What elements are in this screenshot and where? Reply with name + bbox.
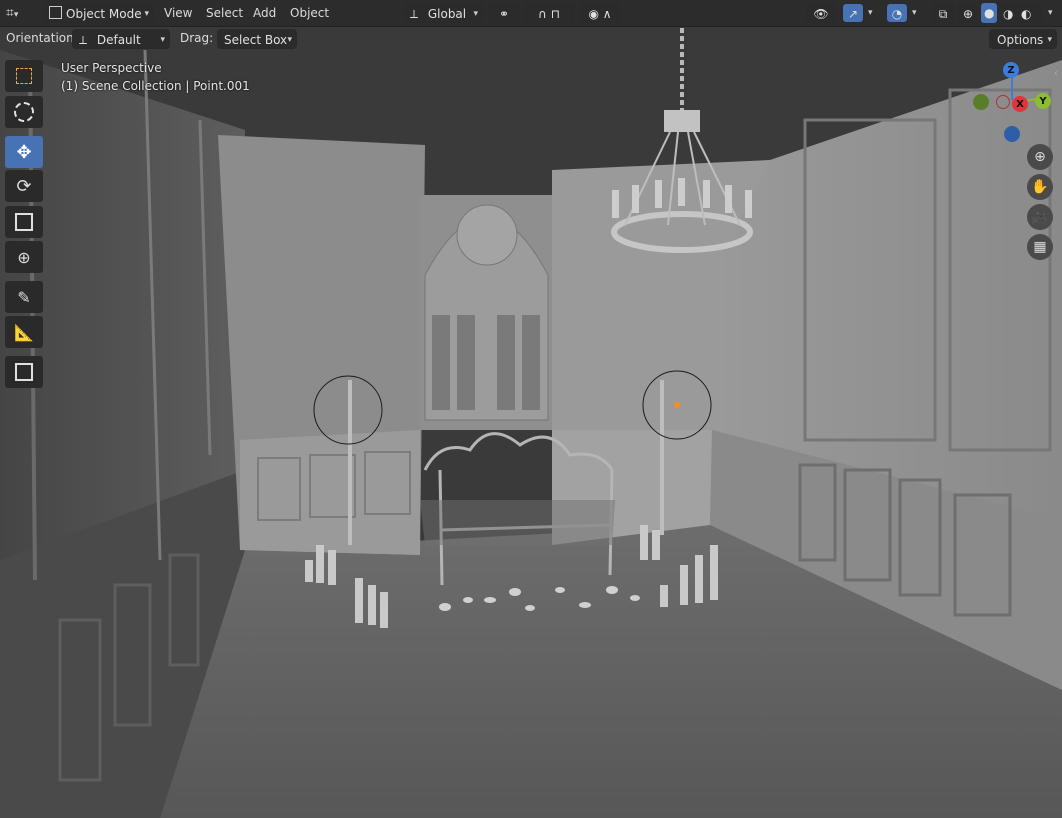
rendered-shading-icon[interactable]: ◐ [1021,4,1031,24]
chevron-down-icon: ▾ [287,35,292,45]
transform-orientation-label: Global [427,7,467,21]
viewport-header: ⌗▾ Object Mode ▾ View Select Add Object … [0,0,1062,27]
gizmo-neg-x-axis[interactable] [996,95,1010,109]
gizmo-toggle[interactable]: ↗ [842,3,864,23]
xray-toggle[interactable]: ⧉ [932,3,954,23]
menu-view[interactable]: View [164,3,192,23]
overlays-toggle[interactable]: ◔ [886,3,908,23]
xray-icon: ⧉ [938,7,948,21]
move-icon: ✥ [16,141,32,163]
pivot-point-dropdown[interactable]: ⚭ [489,3,519,23]
eye-icon: 👁 [813,7,829,21]
gizmo-x-axis[interactable]: X [1012,96,1028,112]
options-dropdown[interactable]: Options ▾ [989,29,1057,49]
pan-button[interactable]: ✋ [1027,174,1053,200]
orientation-icon: ⟂ [410,7,419,21]
orientation-axes-icon: ⟂ [79,33,88,47]
camera-icon: 🎥 [1031,209,1049,225]
select-box-tool[interactable] [5,60,43,92]
transform-tool[interactable]: ⊕ [5,241,43,273]
navigation-gizmo[interactable]: Z Y X [970,60,1051,142]
zoom-magnifier-icon: ⊕ [1034,149,1046,165]
solid-shading-icon[interactable]: ● [981,3,998,23]
rotate-tool[interactable]: ⟳ [5,170,43,202]
gizmo-y-axis[interactable]: Y [1035,93,1051,109]
chevron-down-icon[interactable]: ▾ [1048,3,1053,23]
transform-icon: ⊕ [17,247,31,267]
collection-info: (1) Scene Collection | Point.001 [61,79,250,93]
drag-dropdown[interactable]: Select Box ▾ [217,29,297,49]
proportional-edit-icon: ◉ ∧ [588,7,612,21]
visibility-dropdown[interactable]: 👁 [806,3,836,23]
measure-tool[interactable]: 📐 [5,316,43,348]
annotate-pencil-icon: ✎ [17,287,31,307]
drag-value: Select Box [224,33,288,47]
rotate-icon: ⟳ [16,175,32,197]
chevron-down-icon: ▾ [473,9,478,19]
move-tool[interactable]: ✥ [5,136,43,168]
material-shading-icon[interactable]: ◑ [1003,4,1013,24]
select-box-icon [16,68,32,84]
mode-label: Object Mode [66,7,142,21]
chevron-down-icon: ▾ [144,9,149,19]
transform-orientation-dropdown[interactable]: ⟂ Global ▾ [405,3,483,23]
chevron-down-icon: ▾ [160,35,165,45]
shading-buttons: ⊕ ● ◑ ◐ [958,3,1042,23]
object-mode-icon [49,6,62,19]
snapping-dropdown[interactable]: ∩ ⊓ [524,3,574,23]
chevron-down-icon[interactable]: ▾ [912,3,917,23]
wireframe-shading-icon[interactable]: ⊕ [963,4,973,24]
gizmo-neg-y-axis[interactable] [973,94,989,110]
menu-object[interactable]: Object [290,3,329,23]
zoom-button[interactable]: ⊕ [1027,144,1053,170]
perspective-toggle-button[interactable]: ▦ [1027,234,1053,260]
editor-type-icon: ⌗ [6,5,14,21]
add-cube-icon [15,363,33,381]
menu-add[interactable]: Add [253,3,276,23]
snap-magnet-icon: ∩ ⊓ [538,7,560,21]
pivot-icon: ⚭ [498,7,510,21]
chevron-down-icon: ▾ [1047,35,1052,45]
sidebar-toggle-arrow[interactable]: ‹ [1054,68,1058,79]
gizmo-neg-z-axis[interactable] [1004,126,1020,142]
measure-ruler-icon: 📐 [14,322,34,342]
drag-label: Drag: [180,31,214,45]
chevron-down-icon: ▾ [13,10,19,20]
cursor-tool[interactable] [5,96,43,128]
tool-settings-header: Orientation: ⟂ Default ▾ Drag: Select Bo… [0,27,1062,51]
overlays-icon: ◔ [891,7,903,21]
orientation-label: Orientation: [6,31,78,45]
options-label: Options [997,33,1044,47]
cursor-icon [14,102,34,122]
annotate-tool[interactable]: ✎ [5,281,43,313]
pan-hand-icon: ✋ [1031,179,1049,195]
viewport-scene[interactable] [0,0,1062,818]
chevron-down-icon[interactable]: ▾ [868,3,873,23]
gizmo-icon: ↗ [847,7,859,21]
proportional-editing-toggle[interactable]: ◉ ∧ [580,3,620,23]
camera-view-button[interactable]: 🎥 [1027,204,1053,230]
grid-perspective-icon: ▦ [1033,239,1047,255]
scale-tool[interactable] [5,206,43,238]
orientation-value: Default [96,33,141,47]
orientation-dropdown[interactable]: ⟂ Default ▾ [72,29,170,49]
gizmo-z-axis[interactable]: Z [1003,62,1019,78]
mode-selector[interactable]: Object Mode ▾ [44,3,154,23]
menu-select[interactable]: Select [206,3,243,23]
view-name: User Perspective [61,61,162,75]
scale-icon [15,213,33,231]
editor-type-dropdown[interactable]: ⌗▾ [6,3,18,23]
add-cube-tool[interactable] [5,356,43,388]
